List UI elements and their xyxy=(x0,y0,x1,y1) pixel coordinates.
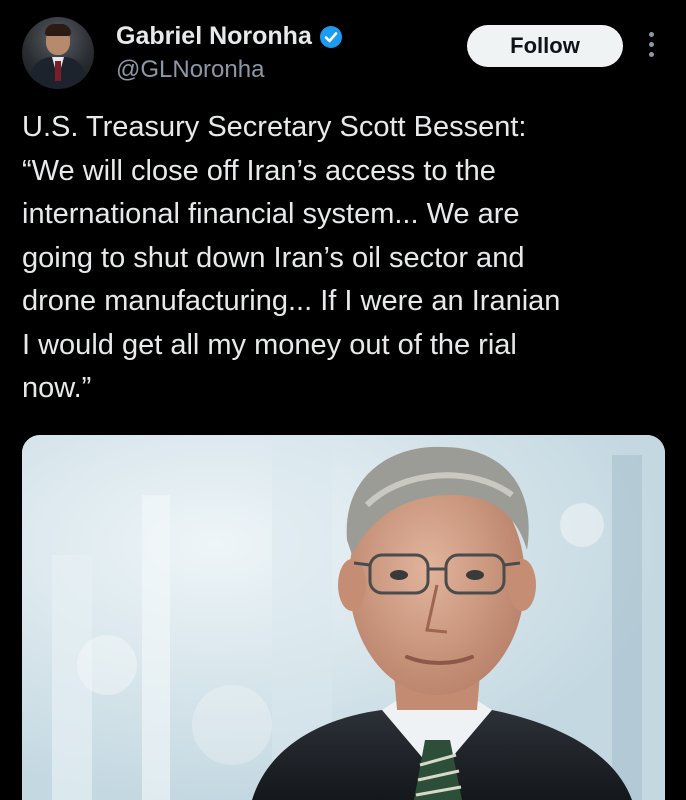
more-dot xyxy=(648,52,654,57)
display-name[interactable]: Gabriel Noronha xyxy=(116,22,312,51)
avatar[interactable] xyxy=(22,17,94,89)
more-dot xyxy=(648,42,654,47)
tweet-text: U.S. Treasury Secretary Scott Bessent: “… xyxy=(22,111,561,404)
more-dot xyxy=(648,32,654,37)
tweet-photo[interactable] xyxy=(22,435,665,800)
verified-badge-icon xyxy=(319,25,342,48)
author-name-row: Gabriel Noronha xyxy=(116,22,343,51)
avatar-tie xyxy=(55,61,61,81)
author-handle[interactable]: @GLNoronha xyxy=(116,56,264,84)
more-options-icon[interactable] xyxy=(641,32,661,60)
avatar-hair xyxy=(45,24,71,36)
portrait-photo-illustration xyxy=(22,435,665,800)
follow-button[interactable]: Follow xyxy=(467,25,623,67)
